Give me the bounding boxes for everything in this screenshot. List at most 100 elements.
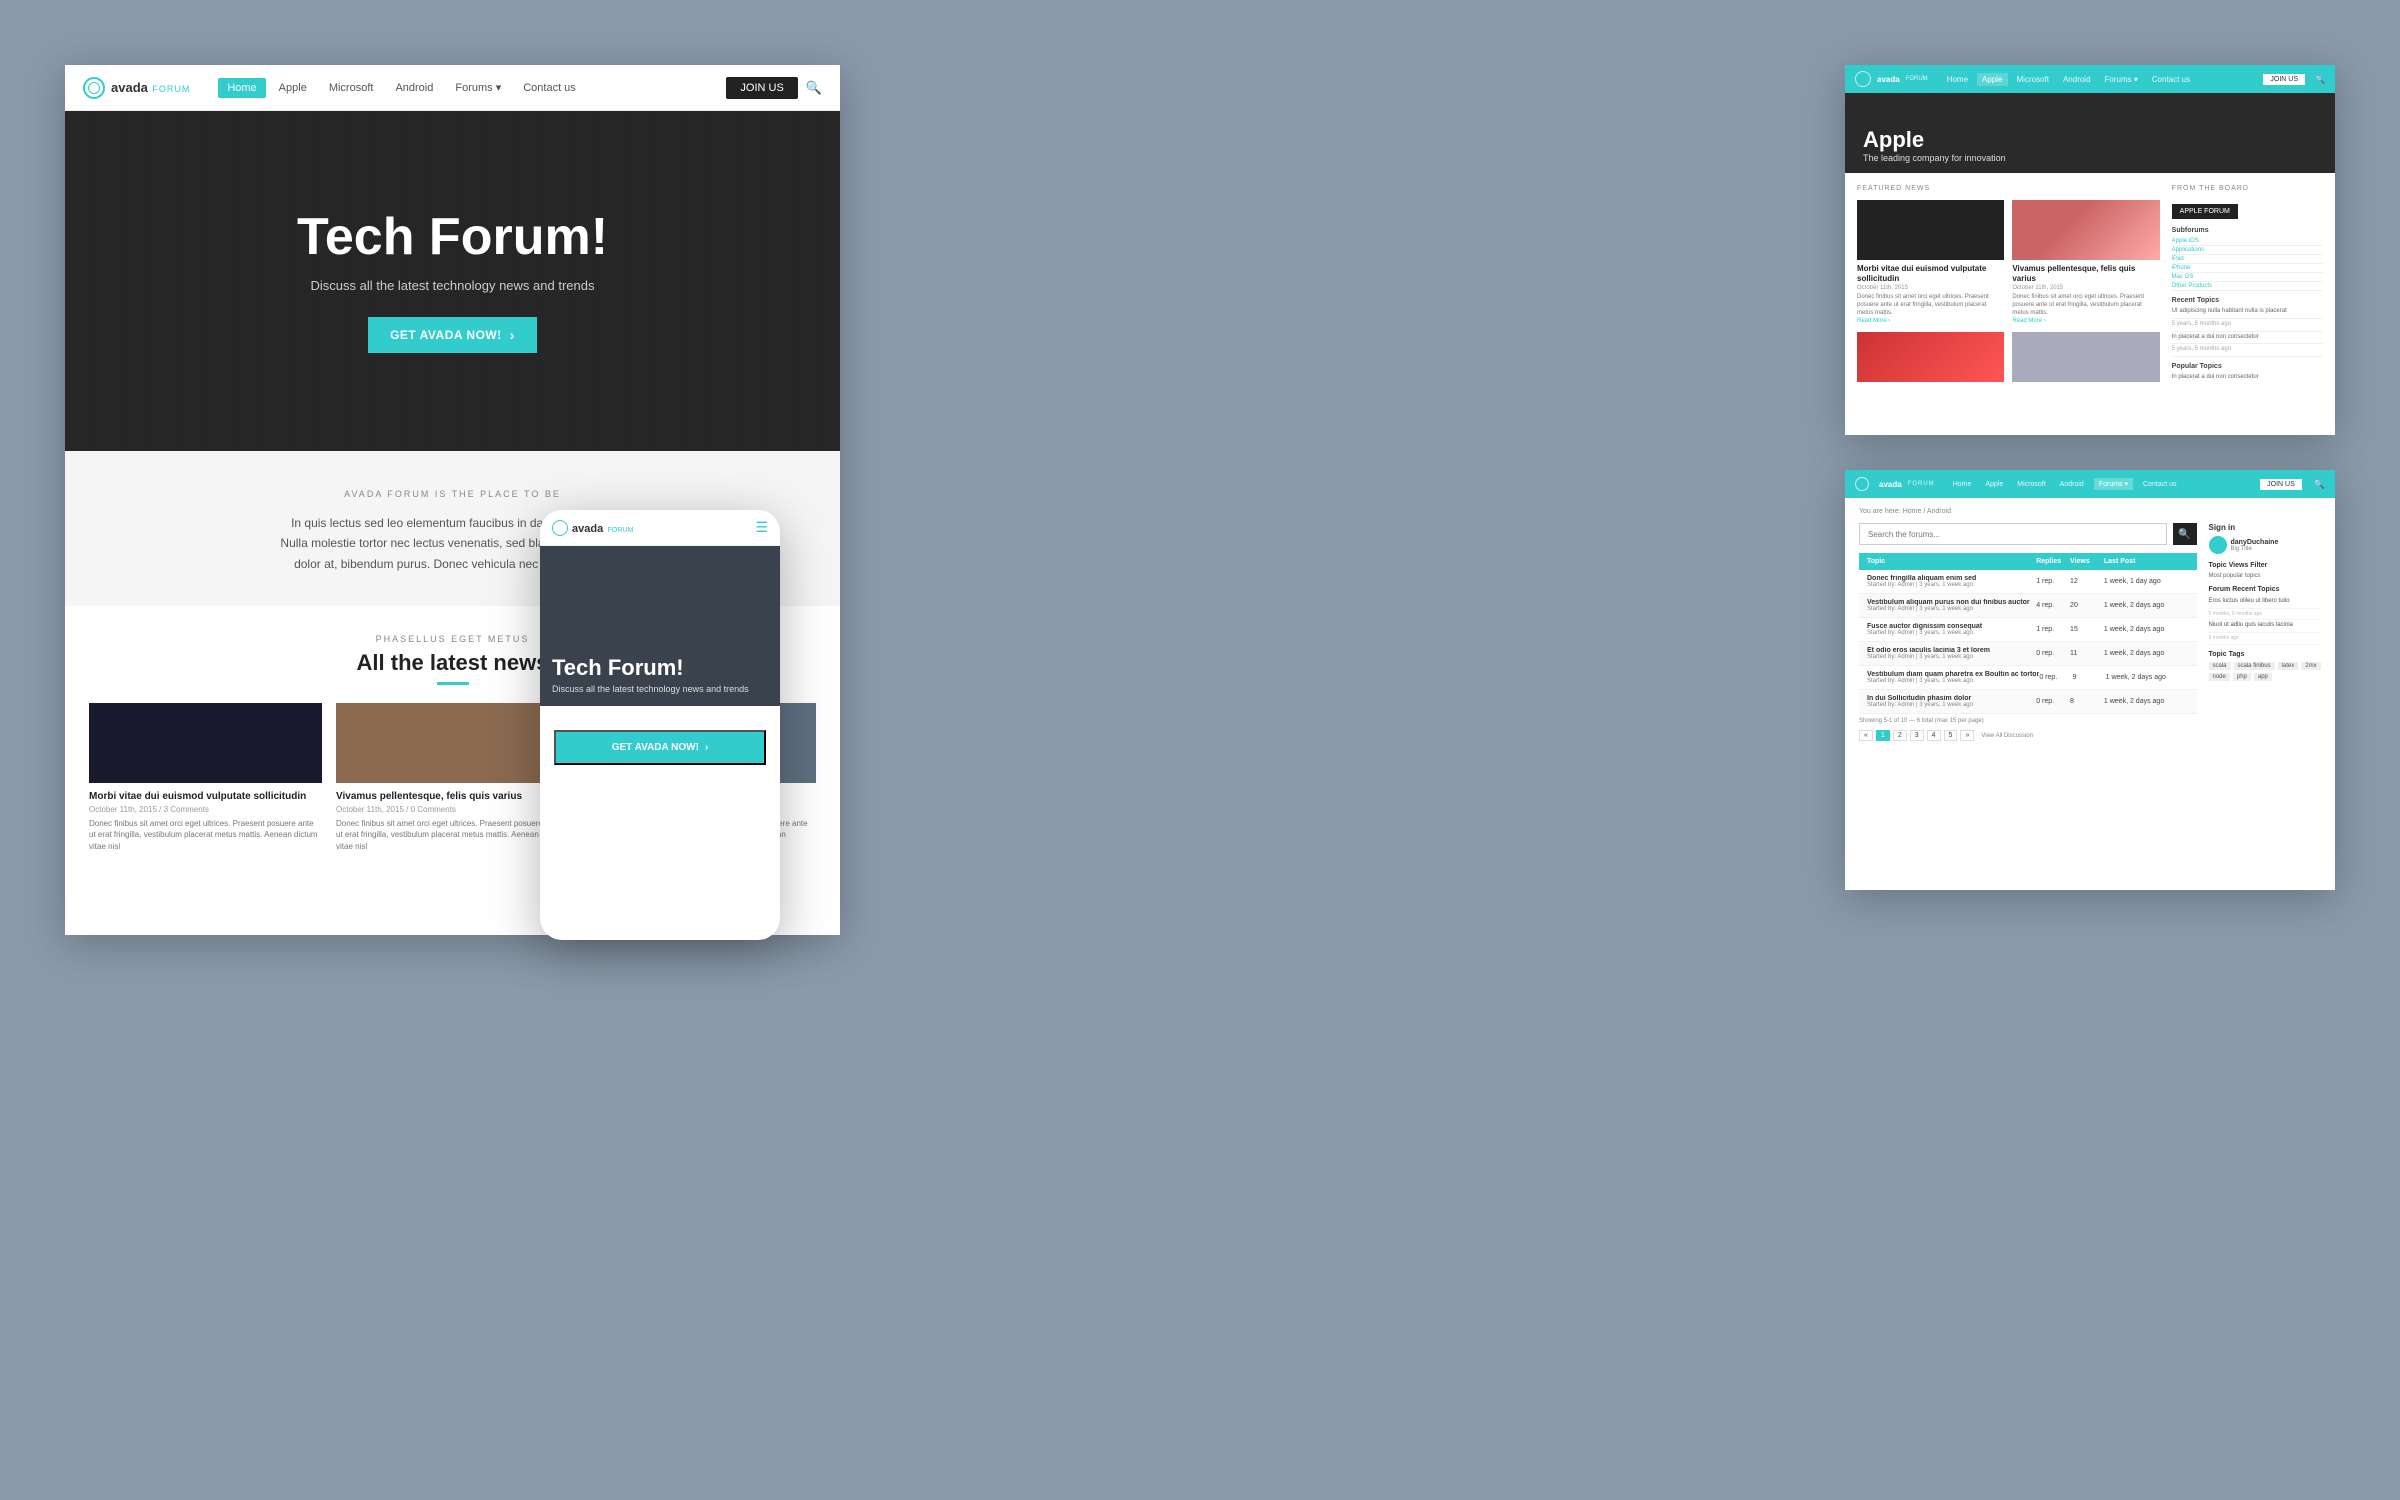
apple-recent-0[interactable]: Ut adipiscing nulla habitant nulla is pl… xyxy=(2172,306,2323,319)
forums-page-prev[interactable]: « xyxy=(1859,730,1873,741)
apple-nav-android[interactable]: Android xyxy=(2058,73,2096,86)
forums-tag-scala-finibus[interactable]: scala finibus xyxy=(2234,662,2275,670)
forums-nav: avada FORUM Home Apple Microsoft Android… xyxy=(1845,470,2335,498)
forums-screenshot: avada FORUM Home Apple Microsoft Android… xyxy=(1845,470,2335,890)
forums-tag-latex[interactable]: latex xyxy=(2278,662,2299,670)
apple-read-more-1[interactable]: Read More › xyxy=(2012,318,2159,324)
forums-page-5[interactable]: 5 xyxy=(1944,730,1958,741)
apple-subforum-iphone[interactable]: iPhone xyxy=(2172,264,2323,273)
forums-page-2[interactable]: 2 xyxy=(1893,730,1907,741)
forums-recent-1[interactable]: Niuol ut adliu quis iaculis lacinia xyxy=(2209,620,2322,633)
forums-recent-date-1: 3 months ago xyxy=(2209,633,2322,645)
apple-feat-text-1: Donec finibus sit amet orci eget ultrice… xyxy=(2012,294,2159,317)
mobile-cta-button[interactable]: GET AVADA NOW! › xyxy=(554,730,766,765)
apple-search-icon[interactable]: 🔍 xyxy=(2315,75,2325,84)
apple-popular-0[interactable]: In placerat a dui non consectetur xyxy=(2172,372,2323,382)
apple-bottom-img-1 xyxy=(2012,332,2159,382)
forums-main-col: 🔍 Topic Replies Views Last Post Donec fr… xyxy=(1859,523,2197,741)
apple-nav-home[interactable]: Home xyxy=(1942,73,1973,86)
forums-tag-php[interactable]: php xyxy=(2233,673,2251,681)
table-col-replies: Replies xyxy=(2036,558,2070,565)
nav-link-android[interactable]: Android xyxy=(386,78,442,98)
forums-tag-2mx[interactable]: 2mx xyxy=(2301,662,2320,670)
apple-popular-title: Popular Topics xyxy=(2172,363,2323,370)
apple-hero: Apple The leading company for innovation xyxy=(1845,93,2335,173)
forums-username: danyDuchaine xyxy=(2231,539,2279,546)
apple-subforum-macos[interactable]: Mac OS xyxy=(2172,273,2323,282)
apple-feat-img-1 xyxy=(2012,200,2159,260)
apple-nav: avada FORUM Home Apple Microsoft Android… xyxy=(1845,65,2335,93)
forums-body: You are here: Home / Android 🔍 Topic Rep… xyxy=(1845,498,2335,751)
apple-nav-microsoft[interactable]: Microsoft xyxy=(2012,73,2054,86)
apple-recent-1[interactable]: In placerat a dui non consectetur xyxy=(2172,332,2323,345)
apple-left-col: FEATURED NEWS Morbi vitae dui euismod vu… xyxy=(1857,185,2160,382)
apple-bottom-card-0 xyxy=(1857,332,2004,382)
forums-nav-contact[interactable]: Contact us xyxy=(2139,479,2180,490)
forums-filter-title: Topic Views Filter xyxy=(2209,562,2322,569)
hero-btn-label: GET AVADA NOW! xyxy=(390,328,502,342)
forums-recent-0[interactable]: Eros luctus olileu ut libero tulio xyxy=(2209,596,2322,609)
forums-recent-date-0: 5 months, 6 months ago xyxy=(2209,609,2322,621)
search-icon[interactable]: 🔍 xyxy=(806,80,822,96)
forums-search-icon[interactable]: 🔍 xyxy=(2314,479,2325,490)
forums-join-button[interactable]: JOIN US xyxy=(2260,479,2302,490)
apple-subforum-apps[interactable]: Applications xyxy=(2172,246,2323,255)
apple-nav-apple[interactable]: Apple xyxy=(1977,73,2007,86)
mobile-logo-text: avada xyxy=(572,523,603,535)
apple-subforum-ios[interactable]: Apple iOS xyxy=(2172,237,2323,246)
nav-links: Home Apple Microsoft Android Forums Cont… xyxy=(218,77,720,98)
forums-tags-list: scala scala finibus latex 2mx node php a… xyxy=(2209,662,2322,681)
table-col-views: Views xyxy=(2070,558,2104,565)
forums-search-button[interactable]: 🔍 xyxy=(2173,523,2197,545)
forums-user-avatar xyxy=(2209,536,2227,554)
apple-subforum-other[interactable]: Other Products xyxy=(2172,282,2323,291)
forums-tag-app[interactable]: app xyxy=(2254,673,2272,681)
apple-feat-date-1: October 11th, 2015 xyxy=(2012,285,2159,291)
forums-page-3[interactable]: 3 xyxy=(1910,730,1924,741)
forums-tag-node[interactable]: node xyxy=(2209,673,2230,681)
apple-hero-title: Apple xyxy=(1863,127,2006,153)
forums-nav-apple[interactable]: Apple xyxy=(1981,479,2007,490)
forums-nav-forums[interactable]: Forums ▾ xyxy=(2094,478,2133,490)
nav-link-apple[interactable]: Apple xyxy=(270,78,316,98)
nav-link-forums[interactable]: Forums xyxy=(446,77,510,98)
apple-read-more-0[interactable]: Read More › xyxy=(1857,318,2004,324)
logo-circle-icon xyxy=(83,77,105,99)
apple-feat-title-1: Vivamus pellentesque, felis quis varius xyxy=(2012,264,2159,283)
nav-link-contact[interactable]: Contact us xyxy=(514,78,585,98)
nav-link-microsoft[interactable]: Microsoft xyxy=(320,78,383,98)
forums-nav-microsoft[interactable]: Microsoft xyxy=(2013,479,2049,490)
forums-nav-home[interactable]: Home xyxy=(1949,479,1976,490)
desc-label: AVADA FORUM IS THE PLACE TO BE xyxy=(125,489,780,499)
hero-subtitle: Discuss all the latest technology news a… xyxy=(297,278,608,293)
apple-subforums-title: Subforums xyxy=(2172,227,2323,234)
forums-nav-android[interactable]: Android xyxy=(2056,479,2088,490)
forums-search-input[interactable] xyxy=(1859,523,2167,545)
forums-page-1[interactable]: 1 xyxy=(1876,730,1890,741)
apple-feat-card-0: Morbi vitae dui euismod vulputate sollic… xyxy=(1857,200,2004,324)
apple-join-button[interactable]: JOIN US xyxy=(2263,74,2305,85)
join-button[interactable]: JOIN US xyxy=(726,77,797,99)
forums-pagination: « 1 2 3 4 5 » View All Discussion xyxy=(1859,730,2197,741)
apple-forum-join-btn[interactable]: APPLE FORUM xyxy=(2172,204,2238,219)
mobile-menu-icon[interactable]: ☰ xyxy=(755,519,768,536)
forums-page-4[interactable]: 4 xyxy=(1927,730,1941,741)
forums-table-row: In dui Sollicitudin phasim dolorStarted … xyxy=(1859,690,2197,714)
mobile-body: GET AVADA NOW! › xyxy=(540,706,780,779)
mobile-hero: Tech Forum! Discuss all the latest techn… xyxy=(540,546,780,706)
forums-tag-scala[interactable]: scala xyxy=(2209,662,2231,670)
apple-subforum-ipad[interactable]: iPad xyxy=(2172,255,2323,264)
apple-hero-subtitle: The leading company for innovation xyxy=(1863,153,2006,163)
mobile-hero-title: Tech Forum! xyxy=(552,656,749,680)
nav-link-home[interactable]: Home xyxy=(218,78,265,98)
forums-tags-title: Topic Tags xyxy=(2209,651,2322,658)
forums-page-next[interactable]: » xyxy=(1960,730,1974,741)
forums-search-row: 🔍 xyxy=(1859,523,2197,545)
forums-breadcrumb: You are here: Home / Android xyxy=(1859,508,2321,515)
apple-nav-forums[interactable]: Forums ▾ xyxy=(2100,73,2143,86)
hero-cta-button[interactable]: GET AVADA NOW! › xyxy=(368,317,537,353)
forums-view-all[interactable]: View All Discussion xyxy=(1981,733,2033,739)
apple-nav-contact[interactable]: Contact us xyxy=(2147,73,2195,86)
apple-right-col: FROM THE BOARD APPLE FORUM Subforums App… xyxy=(2172,185,2323,382)
forums-filter-popular[interactable]: Most popular topics xyxy=(2209,572,2322,580)
